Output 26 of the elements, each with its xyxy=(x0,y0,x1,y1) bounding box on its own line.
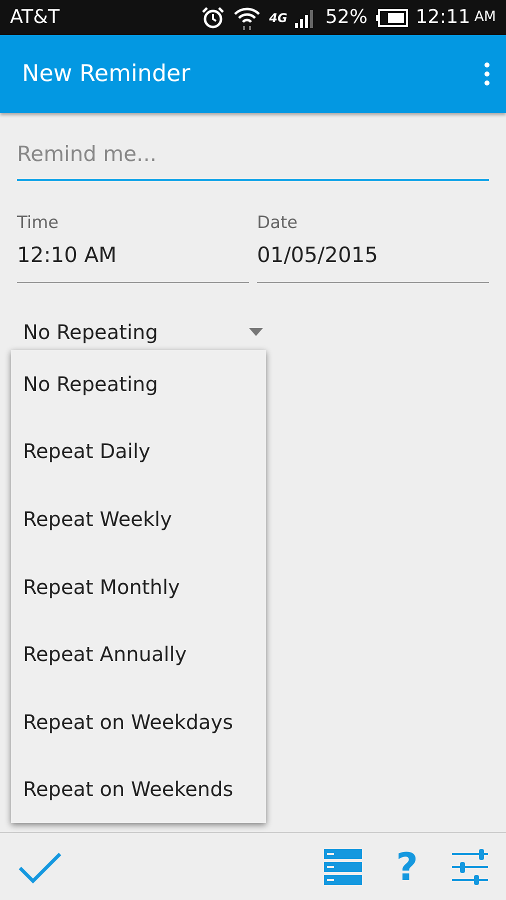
date-label: Date xyxy=(257,212,299,234)
time-field[interactable]: 12:10 AM xyxy=(17,236,249,282)
menu-item[interactable]: Repeat on Weekends xyxy=(11,756,266,824)
menu-item[interactable]: Repeat Daily xyxy=(11,418,266,486)
menu-item[interactable]: Repeat Annually xyxy=(11,620,266,688)
wifi-icon xyxy=(233,6,262,30)
menu-item[interactable]: Repeat on Weekdays xyxy=(11,688,266,756)
alarm-clock-icon xyxy=(201,6,226,30)
app-title: New Reminder xyxy=(22,60,190,89)
status-am-pm: AM xyxy=(474,8,496,27)
caret-icon xyxy=(249,328,263,336)
menu-item[interactable]: Repeat Monthly xyxy=(11,552,266,620)
battery-percent: 52% xyxy=(325,5,368,30)
time-label: Time xyxy=(17,212,60,234)
date-field[interactable]: 01/05/2015 xyxy=(257,236,489,282)
battery-icon xyxy=(376,8,408,26)
carrier-name: AT&T xyxy=(10,5,60,30)
reminder-input[interactable]: Remind me... xyxy=(17,139,489,180)
menu-item[interactable]: No Repeating xyxy=(11,350,266,418)
menu-item[interactable]: Repeat Weekly xyxy=(11,485,266,553)
repeat-dropdown[interactable]: No Repeating xyxy=(17,316,263,346)
list-icon[interactable] xyxy=(324,848,362,884)
overflow-menu-icon[interactable] xyxy=(484,62,490,86)
status-clock: 12:11 xyxy=(416,5,470,30)
settings-sliders-icon[interactable] xyxy=(452,848,488,884)
network-type: 4G xyxy=(269,10,288,26)
